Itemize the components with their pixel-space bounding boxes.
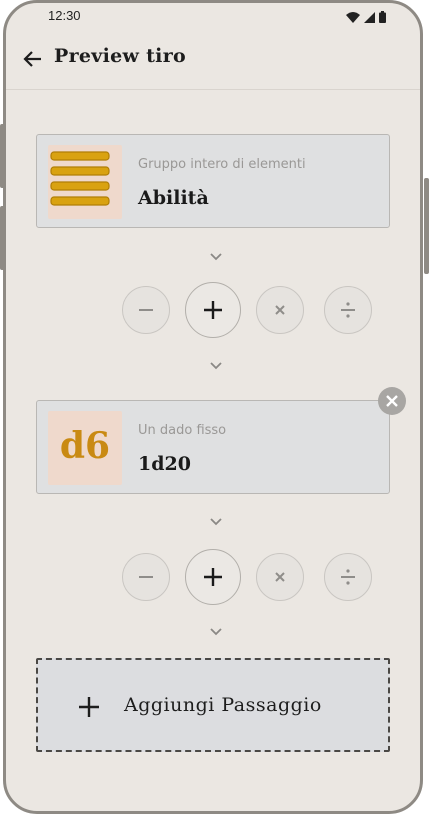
volume-down-hardware-button [0, 206, 5, 270]
status-time: 12:30 [48, 8, 81, 23]
plus-operator-button[interactable] [185, 549, 241, 605]
plus-icon [79, 697, 99, 717]
volume-up-hardware-button [0, 124, 5, 188]
power-hardware-button [424, 178, 429, 274]
step-value: 1d20 [138, 453, 191, 475]
divide-operator-button[interactable] [324, 286, 372, 334]
divide-icon [341, 302, 355, 318]
status-icons [346, 11, 386, 23]
multiply-operator-button[interactable] [256, 553, 304, 601]
multiply-operator-button[interactable] [256, 286, 304, 334]
list-lines-icon [50, 151, 110, 206]
step-caption: Un dado fisso [138, 423, 227, 438]
phone-frame: 12:30 Preview tiro Gruppo intero di elem… [3, 0, 423, 814]
plus-icon [204, 568, 222, 586]
page-title: Preview tiro [54, 45, 186, 67]
multiply-icon [275, 305, 285, 315]
add-step-button[interactable]: Aggiungi Passaggio [36, 658, 390, 752]
signal-icon [364, 11, 375, 23]
chevron-down-icon [210, 362, 222, 370]
plus-icon [204, 301, 222, 319]
chevron-down-icon [210, 253, 222, 261]
step-card-skills[interactable]: Gruppo intero di elementi Abilità [36, 134, 390, 228]
step-thumbnail [48, 145, 122, 219]
die-thumbnail: d6 [48, 411, 122, 485]
minus-operator-button[interactable] [122, 286, 170, 334]
add-step-label: Aggiungi Passaggio [124, 694, 322, 716]
status-bar: 12:30 [6, 3, 420, 29]
remove-step-button[interactable] [378, 387, 406, 415]
divide-icon [341, 569, 355, 585]
minus-icon [139, 309, 153, 311]
minus-operator-button[interactable] [122, 553, 170, 601]
multiply-icon [275, 572, 285, 582]
arrow-left-icon[interactable] [22, 48, 44, 70]
minus-icon [139, 576, 153, 578]
chevron-down-icon [210, 628, 222, 636]
die-thumbnail-label: d6 [59, 425, 111, 467]
wifi-icon [346, 11, 360, 23]
step-caption: Gruppo intero di elementi [138, 157, 306, 172]
plus-operator-button[interactable] [185, 282, 241, 338]
app-bar: Preview tiro [6, 29, 420, 90]
chevron-down-icon [210, 518, 222, 526]
divide-operator-button[interactable] [324, 553, 372, 601]
close-icon [386, 395, 398, 407]
battery-icon [379, 11, 386, 23]
step-card-die[interactable]: d6 Un dado fisso 1d20 [36, 400, 390, 494]
step-value: Abilità [138, 187, 209, 209]
